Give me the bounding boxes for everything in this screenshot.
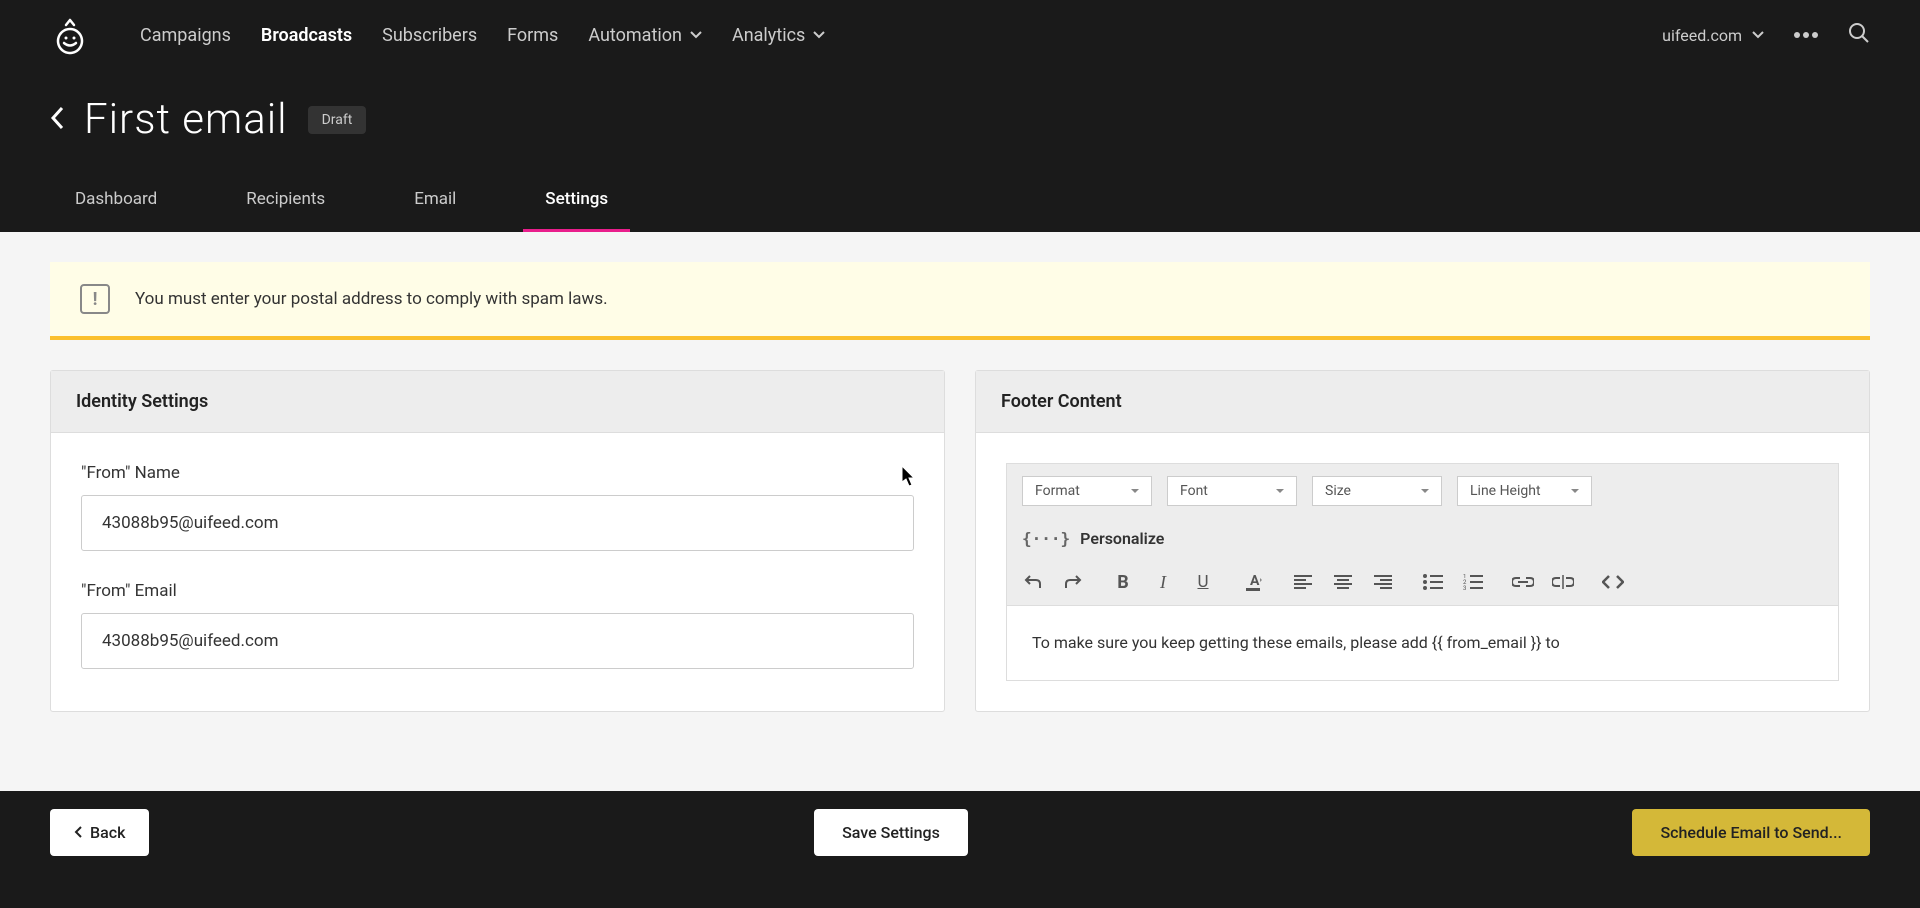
dot-icon [1794, 32, 1800, 38]
nav-automation-label: Automation [588, 25, 682, 46]
from-email-input[interactable] [81, 613, 914, 669]
italic-button[interactable]: I [1152, 571, 1174, 593]
svg-text:3: 3 [1463, 585, 1466, 590]
tab-settings[interactable]: Settings [523, 169, 630, 232]
logo[interactable] [50, 15, 90, 55]
chevron-left-icon [74, 826, 82, 838]
underline-button[interactable]: U [1192, 571, 1214, 593]
from-name-input[interactable] [81, 495, 914, 551]
tab-email[interactable]: Email [392, 169, 478, 232]
undo-button[interactable] [1022, 571, 1044, 593]
nav-campaigns[interactable]: Campaigns [140, 25, 231, 46]
personalize-label: Personalize [1080, 529, 1164, 548]
sub-navigation: Dashboard Recipients Email Settings [0, 169, 1920, 232]
identity-body: "From" Name "From" Email [51, 433, 944, 699]
tab-dashboard[interactable]: Dashboard [50, 169, 179, 232]
identity-header: Identity Settings [51, 371, 944, 433]
line-height-select[interactable]: Line Height [1457, 476, 1592, 506]
schedule-button[interactable]: Schedule Email to Send... [1632, 809, 1870, 856]
link-button[interactable] [1512, 571, 1534, 593]
bullet-list-button[interactable] [1422, 571, 1444, 593]
domain-label: uifeed.com [1662, 26, 1742, 45]
from-name-label: "From" Name [81, 463, 914, 483]
warning-icon: ! [80, 284, 110, 314]
save-button[interactable]: Save Settings [814, 809, 968, 856]
line-height-label: Line Height [1470, 483, 1541, 499]
personalize-icon: {···} [1022, 529, 1070, 548]
align-center-button[interactable] [1332, 571, 1354, 593]
text-color-button[interactable]: A [1242, 571, 1264, 593]
svg-text:A: A [1250, 573, 1260, 589]
redo-icon [1064, 574, 1082, 590]
nav-analytics-label: Analytics [732, 25, 805, 46]
domain-selector[interactable]: uifeed.com [1662, 26, 1764, 45]
text-color-icon: A [1243, 572, 1263, 592]
bottom-bar: Back Save Settings Schedule Email to Sen… [0, 791, 1920, 873]
caret-down-icon [1276, 489, 1284, 494]
main-nav: Campaigns Broadcasts Subscribers Forms A… [140, 25, 1632, 46]
back-button[interactable]: Back [50, 809, 149, 856]
top-navigation: Campaigns Broadcasts Subscribers Forms A… [0, 0, 1920, 70]
bold-button[interactable]: B [1112, 571, 1134, 593]
size-select[interactable]: Size [1312, 476, 1442, 506]
dot-icon [1803, 32, 1809, 38]
align-left-button[interactable] [1292, 571, 1314, 593]
link-icon [1512, 576, 1534, 588]
page-title: First email [84, 95, 288, 144]
redo-button[interactable] [1062, 571, 1084, 593]
footer-header: Footer Content [976, 371, 1869, 433]
footer-body: Format Font Size Line Height [976, 433, 1869, 711]
align-left-icon [1294, 575, 1312, 589]
format-select[interactable]: Format [1022, 476, 1152, 506]
footer-panel: Footer Content Format Font Size [975, 370, 1870, 712]
nav-broadcasts[interactable]: Broadcasts [261, 25, 352, 46]
size-label: Size [1325, 483, 1351, 499]
caret-down-icon [1131, 489, 1139, 494]
editor-toolbar: Format Font Size Line Height [1006, 463, 1839, 606]
code-icon [1602, 575, 1624, 589]
nav-forms[interactable]: Forms [507, 25, 558, 46]
nav-subscribers[interactable]: Subscribers [382, 25, 477, 46]
nav-right: uifeed.com [1662, 22, 1870, 48]
unlink-button[interactable] [1552, 571, 1574, 593]
personalize-button[interactable]: {···} Personalize [1022, 521, 1164, 556]
nav-automation[interactable]: Automation [588, 25, 702, 46]
align-right-button[interactable] [1372, 571, 1394, 593]
caret-down-icon [1571, 489, 1579, 494]
from-email-label: "From" Email [81, 581, 914, 601]
alert-message: You must enter your postal address to co… [135, 289, 608, 309]
align-center-icon [1334, 575, 1352, 589]
chevron-down-icon [1752, 31, 1764, 39]
content-area: ! You must enter your postal address to … [0, 232, 1920, 791]
chevron-left-icon [50, 106, 64, 130]
editor-content[interactable]: To make sure you keep getting these emai… [1006, 606, 1839, 681]
search-icon [1848, 22, 1870, 44]
back-chevron[interactable] [50, 106, 64, 134]
font-label: Font [1180, 483, 1208, 499]
numbered-list-icon: 123 [1463, 574, 1483, 590]
identity-panel: Identity Settings "From" Name "From" Ema… [50, 370, 945, 712]
align-right-icon [1374, 575, 1392, 589]
bullet-list-icon [1423, 574, 1443, 590]
font-select[interactable]: Font [1167, 476, 1297, 506]
breadcrumb: First email Draft [0, 70, 1920, 169]
caret-down-icon [1421, 489, 1429, 494]
settings-panels: Identity Settings "From" Name "From" Ema… [50, 370, 1870, 712]
numbered-list-button[interactable]: 123 [1462, 571, 1484, 593]
back-label: Back [90, 823, 125, 842]
warning-alert: ! You must enter your postal address to … [50, 262, 1870, 340]
more-menu[interactable] [1794, 32, 1818, 38]
tab-recipients[interactable]: Recipients [224, 169, 347, 232]
undo-icon [1024, 574, 1042, 590]
chevron-down-icon [813, 31, 825, 39]
nav-analytics[interactable]: Analytics [732, 25, 825, 46]
dot-icon [1812, 32, 1818, 38]
unlink-icon [1552, 575, 1574, 589]
chevron-down-icon [690, 31, 702, 39]
code-button[interactable] [1602, 571, 1624, 593]
search-button[interactable] [1848, 22, 1870, 48]
status-badge: Draft [308, 106, 367, 134]
format-label: Format [1035, 483, 1080, 499]
